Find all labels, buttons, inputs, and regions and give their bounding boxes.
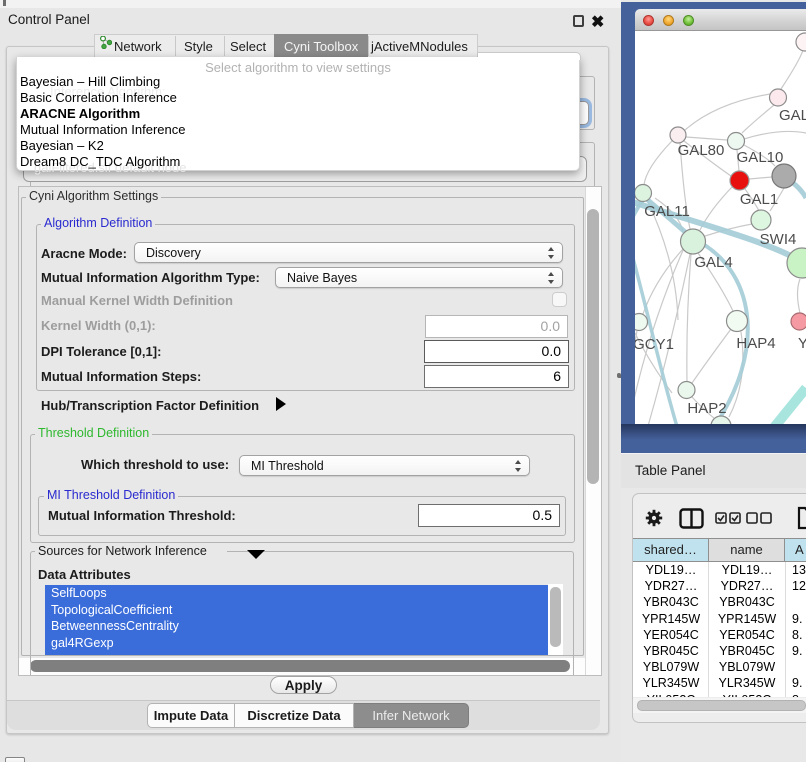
svg-text:GAL7: GAL7 [779,107,806,124]
svg-text:HAP4: HAP4 [736,335,775,352]
svg-text:GAL4: GAL4 [694,254,732,271]
svg-text:SWI4: SWI4 [760,231,797,248]
svg-text:HAP2: HAP2 [687,400,726,417]
svg-text:GAL10: GAL10 [737,149,784,166]
svg-text:Y: Y [798,335,806,352]
svg-text:GAL1: GAL1 [740,191,778,208]
svg-text:GCY1: GCY1 [635,336,674,353]
svg-text:GAL11: GAL11 [644,203,690,220]
svg-text:GAL80: GAL80 [678,142,725,159]
